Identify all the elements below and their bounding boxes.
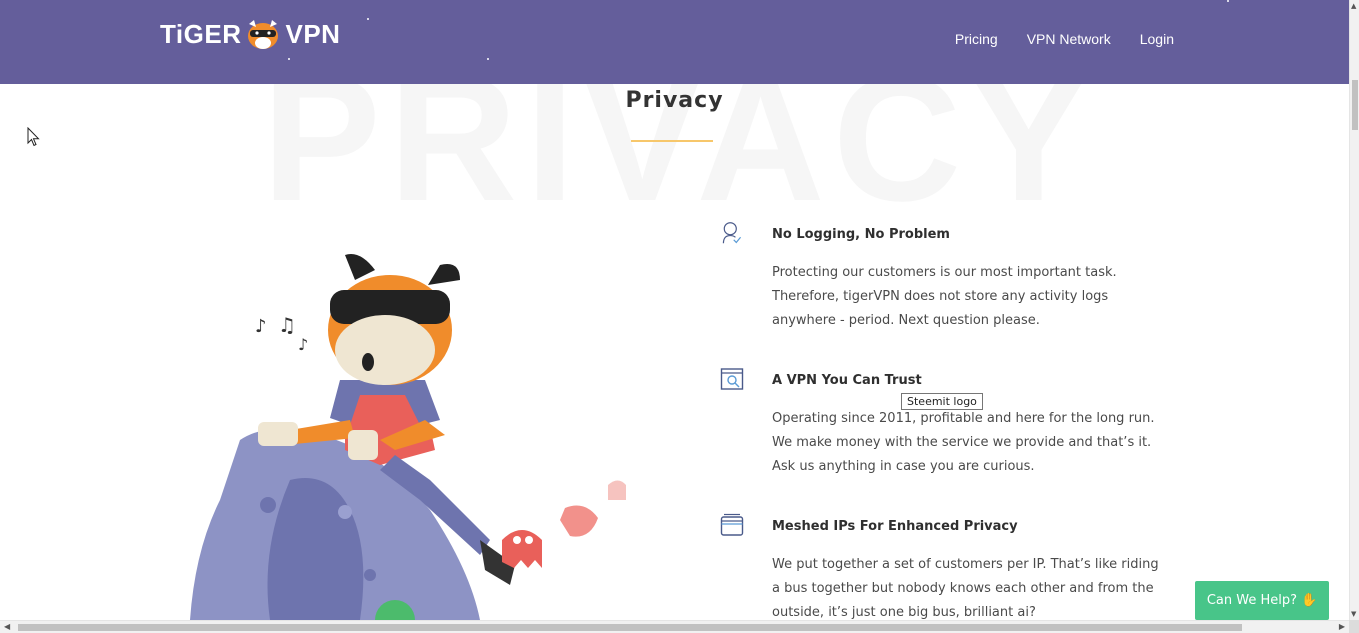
feature-text-line: Ask us anything in case you are curious. [772, 459, 1035, 474]
tooltip: Steemit logo [901, 393, 983, 410]
vertical-scroll-thumb[interactable] [1352, 80, 1358, 130]
tigervpn-logo[interactable]: TiGER VPN [160, 14, 340, 54]
feature-text-line: Operating since 2011, profitable and her… [772, 411, 1155, 426]
nav-pricing[interactable]: Pricing [955, 31, 998, 47]
feature-text-line: We make money with the service we provid… [772, 435, 1152, 450]
star-decoration [288, 58, 290, 60]
mouse-cursor-icon [27, 127, 40, 147]
tiger-illustration: ♪ ♫ ♪ [190, 254, 626, 620]
scroll-left-icon[interactable]: ◀ [4, 622, 10, 631]
scroll-down-icon[interactable]: ▼ [1351, 610, 1356, 618]
horizontal-scrollbar[interactable]: ◀ ▶ [0, 620, 1349, 633]
feature-description: Operating since 2011, profitable and her… [772, 407, 1192, 479]
svg-text:♪: ♪ [298, 335, 308, 354]
tiger-head-icon [248, 20, 279, 49]
can-we-help-button[interactable]: Can We Help? ✋ [1195, 581, 1329, 620]
nav-vpn-network[interactable]: VPN Network [1027, 31, 1111, 47]
feature-text-line: Protecting our customers is our most imp… [772, 265, 1117, 280]
window-search-icon [720, 368, 744, 390]
main-nav: Pricing VPN Network Login [955, 31, 1174, 47]
section-title: Privacy [625, 88, 724, 113]
horizontal-scroll-thumb[interactable] [18, 624, 1242, 631]
scrollbar-corner [1349, 620, 1359, 633]
music-notes-icon: ♪ ♫ ♪ [255, 313, 308, 354]
help-button-label: Can We Help? [1206, 593, 1297, 608]
feature-text-line: Therefore, tigerVPN does not store any a… [772, 289, 1109, 304]
feature-text-line: We put together a set of customers per I… [772, 557, 1159, 572]
scroll-right-icon[interactable]: ▶ [1339, 622, 1345, 631]
feature-text-line: anywhere - period. Next question please. [772, 313, 1040, 328]
waving-hand-icon: ✋ [1301, 593, 1318, 608]
feature-title: Meshed IPs For Enhanced Privacy [772, 519, 1018, 534]
nav-login[interactable]: Login [1140, 31, 1174, 47]
svg-text:♪: ♪ [255, 316, 267, 337]
logo-text-tiger: TiGER [160, 18, 242, 49]
star-decoration [487, 58, 489, 60]
stacked-windows-icon [720, 513, 744, 536]
site-header: TiGER VPN Pricing VPN Network Login [0, 0, 1349, 84]
scroll-up-icon[interactable]: ▲ [1351, 2, 1356, 10]
star-decoration [367, 18, 369, 20]
logo-text-vpn: VPN [285, 18, 341, 49]
vertical-scrollbar[interactable]: ▲ ▼ [1349, 0, 1359, 620]
feature-title: A VPN You Can Trust [772, 373, 922, 388]
star-decoration [1227, 0, 1229, 2]
title-underline [631, 140, 713, 142]
feature-description: We put together a set of customers per I… [772, 553, 1192, 625]
feature-text-line: a bus together but nobody knows each oth… [772, 581, 1154, 596]
svg-text:♫: ♫ [278, 313, 296, 337]
feature-description: Protecting our customers is our most imp… [772, 261, 1192, 333]
